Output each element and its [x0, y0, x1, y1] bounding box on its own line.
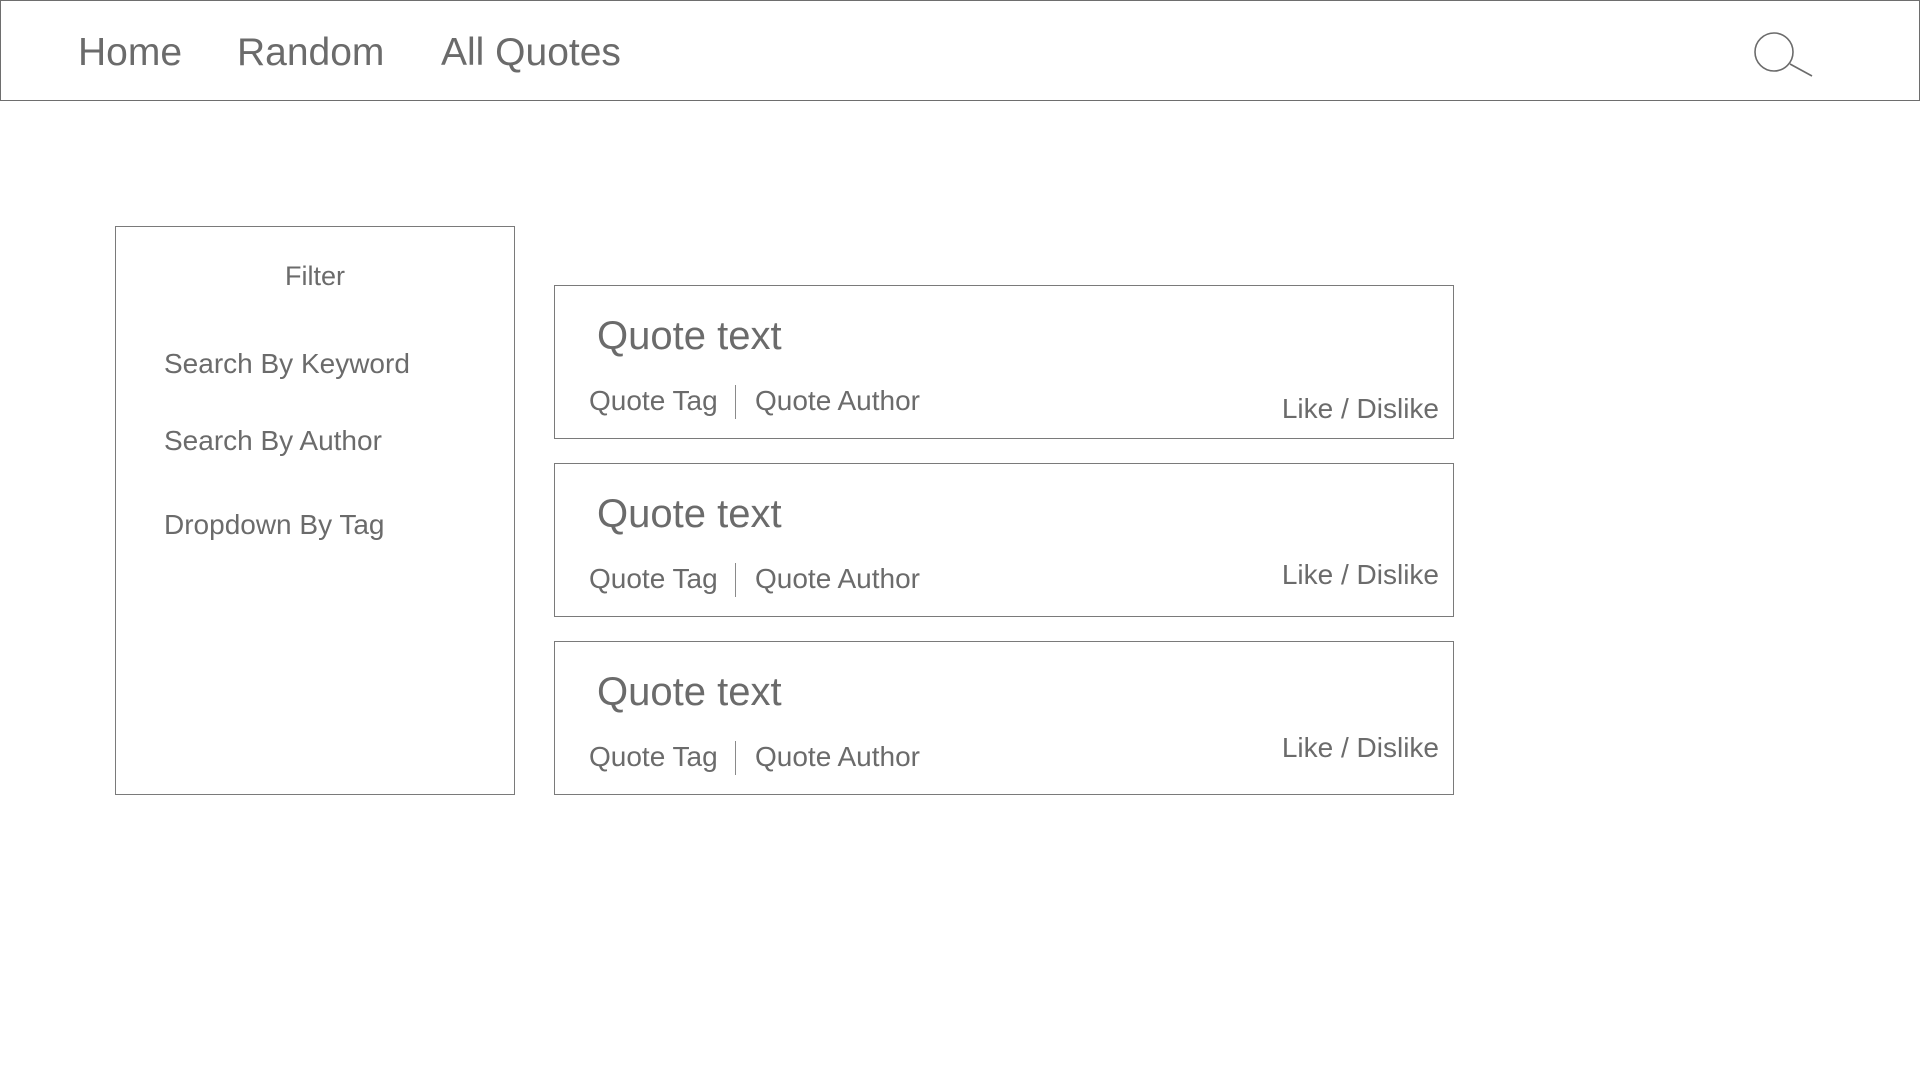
meta-divider: [735, 385, 736, 419]
nav-link-all-quotes[interactable]: All Quotes: [441, 29, 621, 77]
quote-text: Quote text: [597, 314, 782, 358]
search-icon[interactable]: [1753, 31, 1815, 81]
quote-tag[interactable]: Quote Tag: [589, 740, 718, 774]
quote-tag[interactable]: Quote Tag: [589, 562, 718, 596]
quote-author[interactable]: Quote Author: [755, 562, 920, 596]
filter-panel: Filter Search By Keyword Search By Autho…: [115, 226, 515, 795]
quote-author[interactable]: Quote Author: [755, 740, 920, 774]
quote-card: Quote text Quote Tag Quote Author Like /…: [554, 641, 1454, 795]
quote-text: Quote text: [597, 492, 782, 536]
quote-tag[interactable]: Quote Tag: [589, 384, 718, 418]
quote-text: Quote text: [597, 670, 782, 714]
top-navbar: Home Random All Quotes: [0, 0, 1920, 101]
search-by-author-option[interactable]: Search By Author: [164, 424, 382, 458]
quote-card: Quote text Quote Tag Quote Author Like /…: [554, 463, 1454, 617]
like-dislike-control[interactable]: Like / Dislike: [1282, 558, 1439, 592]
search-icon-graphic: [1754, 32, 1813, 77]
meta-divider: [735, 741, 736, 775]
nav-link-home[interactable]: Home: [78, 29, 182, 77]
nav-link-random[interactable]: Random: [237, 29, 384, 77]
filter-title: Filter: [285, 261, 345, 291]
quote-card: Quote text Quote Tag Quote Author Like /…: [554, 285, 1454, 439]
meta-divider: [735, 563, 736, 597]
like-dislike-control[interactable]: Like / Dislike: [1282, 392, 1439, 426]
dropdown-by-tag-option[interactable]: Dropdown By Tag: [164, 508, 385, 542]
like-dislike-control[interactable]: Like / Dislike: [1282, 731, 1439, 765]
search-by-keyword-option[interactable]: Search By Keyword: [164, 347, 410, 381]
quote-author[interactable]: Quote Author: [755, 384, 920, 418]
